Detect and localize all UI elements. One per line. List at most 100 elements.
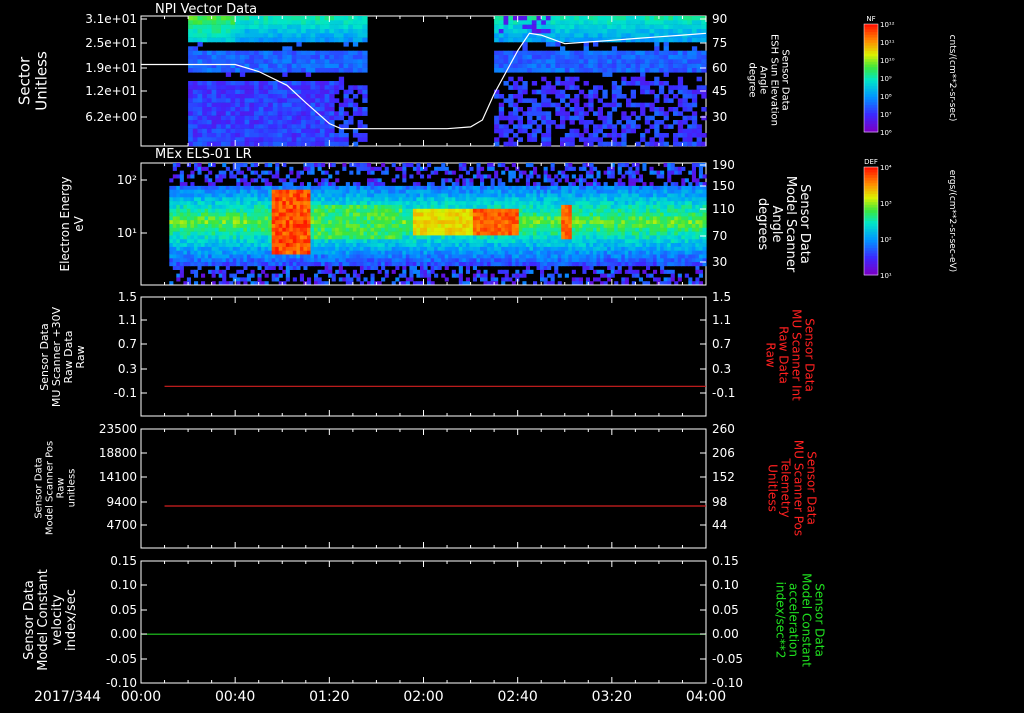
panel-1-cell [517, 55, 523, 60]
panel-2-cell [458, 262, 463, 267]
panel-2-cell [469, 178, 474, 183]
panel-2-cell [208, 201, 213, 206]
panel-2-cell [172, 193, 177, 198]
panel-1-cell [649, 141, 655, 147]
panel-2-cell [455, 216, 460, 221]
panel-1-cell [272, 29, 279, 34]
panel-2-cell [529, 174, 534, 179]
panel-2-cell [543, 243, 548, 248]
panel-2-cell [480, 197, 485, 202]
panel-1-cell [602, 68, 608, 73]
panel-1-cell [611, 20, 618, 25]
panel-2-cell [289, 216, 294, 221]
panel-2-cell [352, 227, 357, 232]
panel-2-cell [522, 258, 527, 263]
panel-2-cell [338, 189, 343, 194]
panel-2-cell [480, 182, 485, 187]
panel-2-cell [472, 277, 477, 282]
panel-1-cell [343, 55, 349, 60]
panel-1-cell [588, 107, 594, 112]
panel-2-cell [349, 189, 354, 194]
panel-1-cell [649, 102, 655, 108]
panel-2-cell [225, 239, 230, 244]
panel-1-cell [564, 50, 571, 56]
panel-1-cell [352, 33, 359, 38]
panel-2-cell [536, 258, 541, 263]
panel-1-cell [334, 98, 340, 103]
panel-2-cell [271, 227, 276, 232]
panel-1-cell [616, 33, 622, 38]
panel-2-cell [335, 254, 340, 259]
panel-2-cell [264, 185, 269, 190]
panel-2-cell [342, 220, 347, 225]
panel-2-cell [487, 197, 492, 202]
panel-1-cell [607, 102, 613, 108]
panel-1-cell [626, 128, 632, 134]
panel-2-cell [515, 212, 520, 217]
panel-2-cell [194, 273, 199, 278]
panel-1-cell [687, 29, 693, 34]
panel-1-cell [640, 33, 646, 38]
panel-2-cell [391, 216, 396, 221]
panel-1-cell [513, 24, 519, 30]
panel-2-cell [420, 174, 425, 179]
panel-1-cell [583, 33, 589, 38]
panel-2-cell [589, 185, 594, 190]
panel-2-cell [179, 239, 184, 244]
panel-1-cell [254, 128, 260, 134]
panel-1-cell [197, 85, 203, 90]
panel-2-cell [169, 227, 174, 232]
panel-2-cell [480, 193, 485, 198]
panel-2-cell [317, 231, 322, 236]
panel-1-cell [673, 29, 679, 34]
panel-2-cell [472, 250, 477, 255]
panel-2-cell [508, 216, 513, 221]
panel-1-cell [654, 107, 660, 112]
panel-2-cell [585, 265, 590, 270]
panel-2-cell [285, 193, 290, 198]
panel-1-cell [541, 16, 547, 21]
panel-2-cell [275, 185, 280, 190]
panel-2-cell [465, 277, 470, 282]
panel-2-cell [236, 216, 241, 221]
panel-2-cell [476, 269, 481, 274]
panel-2-cell [571, 208, 576, 213]
panel-2-cell [218, 212, 223, 217]
panel-2-cell [416, 227, 421, 232]
panel-2-cell [472, 185, 477, 190]
panel-1-cell [517, 24, 523, 30]
panel-1-cell [673, 16, 679, 21]
panel-2-cell [179, 254, 184, 259]
panel-2-cell [402, 185, 407, 190]
panel-1-cell [258, 59, 264, 64]
panel-2-cell [246, 189, 251, 194]
panel-1-cell [329, 16, 335, 21]
panel-1-cell [564, 16, 571, 21]
panel-2-cell [508, 193, 513, 198]
panel-2-cell [405, 201, 410, 206]
panel-2-cell [225, 185, 230, 190]
panel-2-cell [342, 212, 347, 217]
panel-2-cell [271, 189, 276, 194]
panel-2-cell [469, 185, 474, 190]
panel-2-cell [314, 193, 319, 198]
panel-2-cell [285, 182, 290, 187]
panel-2-cell [540, 204, 545, 209]
panel-2-cell [497, 197, 502, 202]
panel-1-cell [263, 137, 269, 142]
panel-2-cell [402, 262, 407, 267]
panel-2-cell [494, 216, 499, 221]
panel-1-cell [301, 68, 307, 73]
panel-1-cell [691, 24, 698, 30]
panel-1-cell [263, 81, 269, 86]
panel-2-cell [398, 239, 403, 244]
panel-1-cell [268, 16, 274, 21]
panel-2-cell [508, 170, 513, 175]
panel-2-cell [405, 220, 410, 225]
panel-1-cell [607, 115, 613, 121]
panel-2-cell [391, 208, 396, 213]
panel-2-cell [501, 189, 506, 194]
panel-2-cell [412, 246, 417, 251]
panel-2-cell [416, 166, 421, 171]
panel-2-cell [349, 220, 354, 225]
